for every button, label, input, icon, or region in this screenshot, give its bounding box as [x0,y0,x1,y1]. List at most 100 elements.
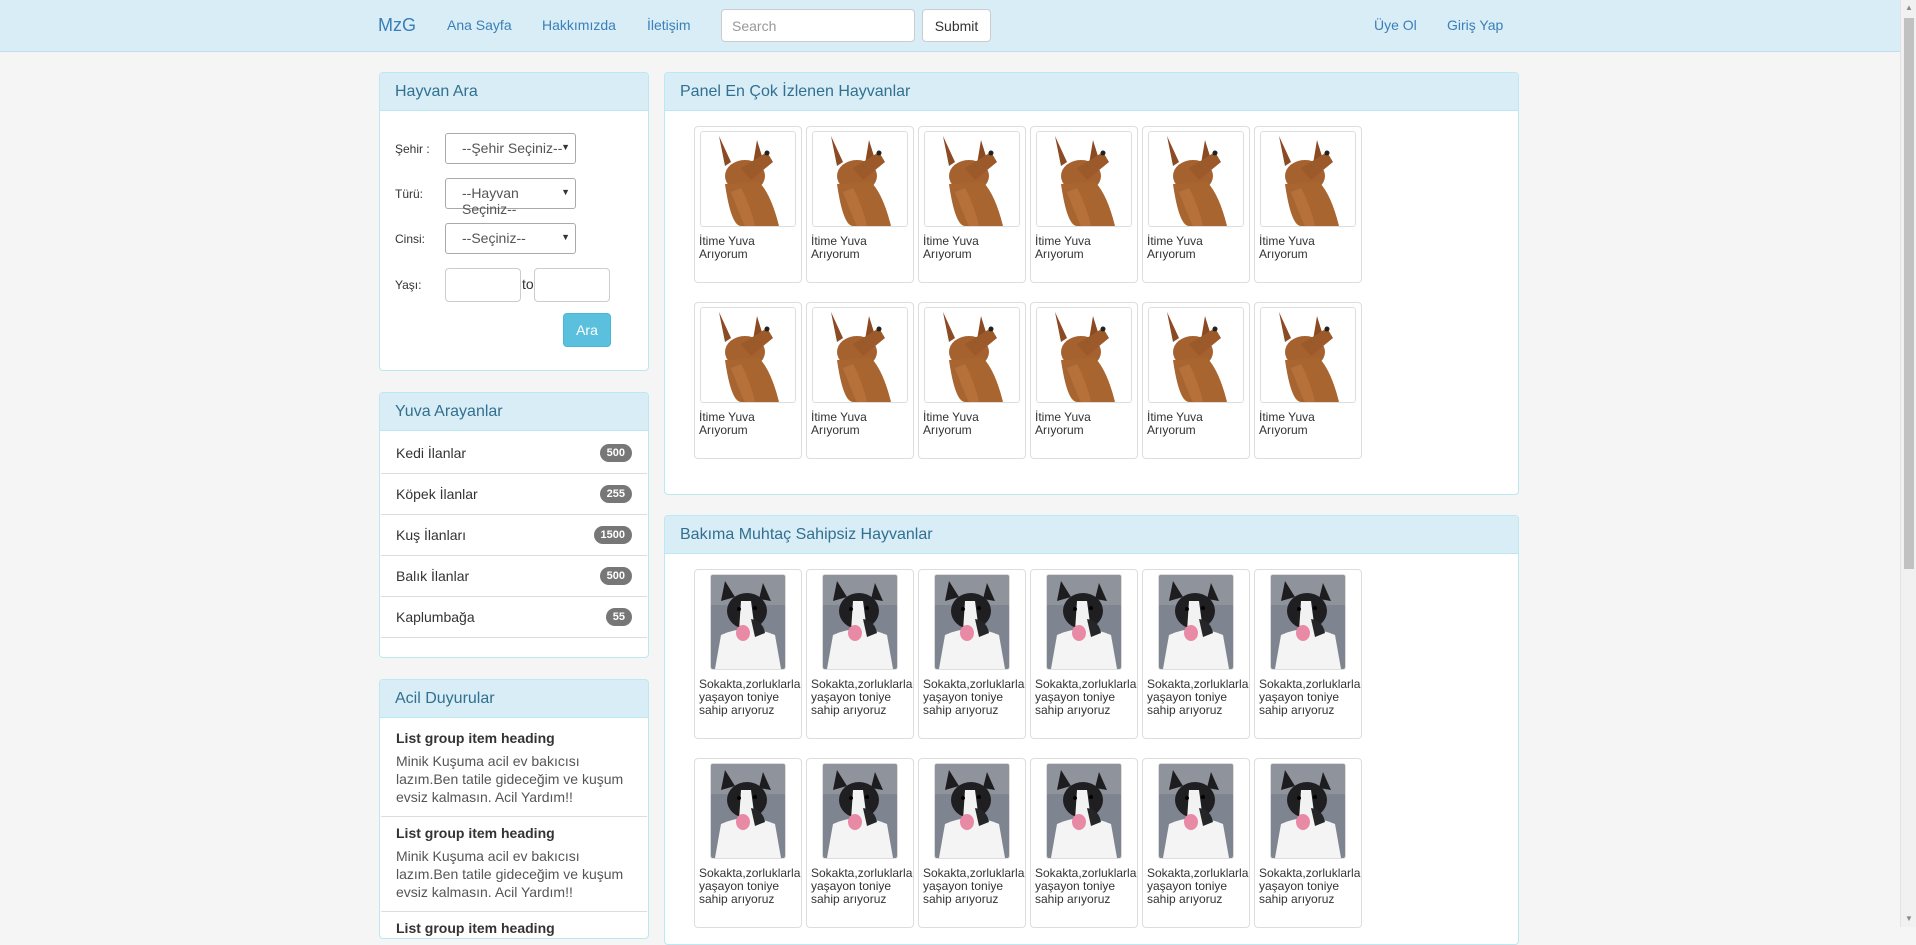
animal-caption: İtime Yuva Arıyorum [1147,234,1203,261]
animal-photo[interactable] [924,131,1020,227]
animal-photo[interactable] [934,574,1010,670]
announcement-text: Minik Kuşuma acil ev bakıcısı lazım.Ben … [396,753,624,805]
animal-thumbnail[interactable]: İtime Yuva Arıyorum [694,302,802,459]
nav-about[interactable]: Hakkımızda [542,17,616,33]
animal-thumbnail[interactable]: İtime Yuva Arıyorum [806,126,914,283]
announcement-item[interactable]: List group item heading [381,910,647,938]
search-panel: Hayvan Ara Şehir : --Şehir Seçiniz-- ▼ T… [379,72,649,371]
animal-photo[interactable] [934,763,1010,859]
brand-logo[interactable]: MzG [378,15,416,36]
animal-thumbnail[interactable]: Sokakta,zorluklarla yaşayon toniye sahip… [806,569,914,739]
animal-thumbnail[interactable]: İtime Yuva Arıyorum [1142,126,1250,283]
nav-register[interactable]: Üye Ol [1374,17,1417,33]
animal-thumbnail[interactable]: Sokakta,zorluklarla yaşayon toniye sahip… [1254,569,1362,739]
breed-select-value: --Seçiniz-- [462,230,526,246]
animal-thumbnail[interactable]: Sokakta,zorluklarla yaşayon toniye sahip… [1030,569,1138,739]
animal-thumbnail[interactable]: Sokakta,zorluklarla yaşayon toniye sahip… [1254,758,1362,928]
age-max-input[interactable] [534,268,610,302]
count-badge: 255 [599,485,632,503]
count-badge: 55 [605,608,632,626]
scroll-up-icon[interactable]: ▲ [1901,0,1916,16]
city-select[interactable]: --Şehir Seçiniz-- ▼ [445,133,576,164]
animal-photo[interactable] [1046,574,1122,670]
animal-photo[interactable] [710,763,786,859]
announcement-item[interactable]: List group item heading Minik Kuşuma aci… [381,815,647,912]
animal-caption: Sokakta,zorluklarla yaşayon toniye sahip… [923,866,1025,906]
animal-thumbnail[interactable]: Sokakta,zorluklarla yaşayon toniye sahip… [694,569,802,739]
animal-thumbnail[interactable]: Sokakta,zorluklarla yaşayon toniye sahip… [694,758,802,928]
animal-photo[interactable] [812,131,908,227]
animal-thumbnail[interactable]: İtime Yuva Arıyorum [1030,302,1138,459]
animal-photo[interactable] [1270,574,1346,670]
search-button[interactable]: Ara [563,313,611,347]
animal-photo[interactable] [812,307,908,403]
scroll-thumb[interactable] [1904,18,1914,569]
scroll-down-icon[interactable]: ▼ [1901,911,1916,927]
animal-photo[interactable] [822,574,898,670]
animal-thumbnail[interactable]: İtime Yuva Arıyorum [1142,302,1250,459]
submit-button[interactable]: Submit [922,9,991,42]
nav-home[interactable]: Ana Sayfa [447,17,512,33]
type-select-value: --Hayvan Seçiniz-- [462,185,519,217]
animal-thumbnail[interactable]: Sokakta,zorluklarla yaşayon toniye sahip… [1142,758,1250,928]
announcement-heading: List group item heading [396,825,555,841]
animal-photo[interactable] [1148,131,1244,227]
animal-photo[interactable] [822,763,898,859]
animal-caption: Sokakta,zorluklarla yaşayon toniye sahip… [923,677,1025,717]
animal-photo[interactable] [1260,307,1356,403]
animal-photo[interactable] [1270,763,1346,859]
animal-caption: İtime Yuva Arıyorum [699,410,755,437]
animal-photo[interactable] [1036,131,1132,227]
animal-photo[interactable] [700,307,796,403]
category-item-bird[interactable]: Kuş İlanları 1500 [381,515,647,556]
animal-caption: Sokakta,zorluklarla yaşayon toniye sahip… [699,866,801,906]
animal-caption: Sokakta,zorluklarla yaşayon toniye sahip… [811,866,913,906]
animal-photo[interactable] [1158,574,1234,670]
animal-thumbnail[interactable]: Sokakta,zorluklarla yaşayon toniye sahip… [806,758,914,928]
animal-photo[interactable] [1046,763,1122,859]
navbar: MzG Ana Sayfa Hakkımızda İletişim Submit… [0,0,1900,52]
animal-thumbnail[interactable]: İtime Yuva Arıyorum [806,302,914,459]
age-to-label: to [522,276,534,292]
page-scrollbar[interactable]: ▲ ▼ [1900,0,1916,927]
needy-title: Bakıma Muhtaç Sahipsiz Hayvanlar [665,516,1518,554]
animal-thumbnail[interactable]: İtime Yuva Arıyorum [918,302,1026,459]
animal-thumbnail[interactable]: Sokakta,zorluklarla yaşayon toniye sahip… [918,758,1026,928]
count-badge: 500 [599,567,632,585]
animal-thumbnail[interactable]: Sokakta,zorluklarla yaşayon toniye sahip… [918,569,1026,739]
animal-thumbnail[interactable]: Sokakta,zorluklarla yaşayon toniye sahip… [1142,569,1250,739]
home-seekers-title: Yuva Arayanlar [380,393,648,431]
category-item-fish[interactable]: Balık İlanlar 500 [381,556,647,597]
animal-caption: Sokakta,zorluklarla yaşayon toniye sahip… [1035,677,1137,717]
animal-caption: İtime Yuva Arıyorum [1035,234,1091,261]
chevron-down-icon: ▼ [561,232,570,242]
animal-caption: Sokakta,zorluklarla yaşayon toniye sahip… [699,677,801,717]
animal-photo[interactable] [1036,307,1132,403]
age-label: Yaşı: [395,278,422,292]
breed-select[interactable]: --Seçiniz-- ▼ [445,223,576,254]
animal-thumbnail[interactable]: Sokakta,zorluklarla yaşayon toniye sahip… [1030,758,1138,928]
age-min-input[interactable] [445,268,521,302]
animal-caption: İtime Yuva Arıyorum [699,234,755,261]
category-item-turtle[interactable]: Kaplumbağa 55 [381,597,647,638]
animal-thumbnail[interactable]: İtime Yuva Arıyorum [918,126,1026,283]
animal-thumbnail[interactable]: İtime Yuva Arıyorum [694,126,802,283]
animal-photo[interactable] [710,574,786,670]
animal-thumbnail[interactable]: İtime Yuva Arıyorum [1254,126,1362,283]
animal-photo[interactable] [924,307,1020,403]
search-input[interactable] [721,9,915,42]
category-item-dog[interactable]: Köpek İlanlar 255 [381,474,647,515]
category-item-cat[interactable]: Kedi İlanlar 500 [381,433,647,474]
animal-photo[interactable] [700,131,796,227]
animal-thumbnail[interactable]: İtime Yuva Arıyorum [1030,126,1138,283]
animal-thumbnail[interactable]: İtime Yuva Arıyorum [1254,302,1362,459]
nav-login[interactable]: Giriş Yap [1447,17,1503,33]
animal-photo[interactable] [1158,763,1234,859]
animal-caption: İtime Yuva Arıyorum [1035,410,1091,437]
announcement-item[interactable]: List group item heading Minik Kuşuma aci… [381,720,647,817]
type-select[interactable]: --Hayvan Seçiniz-- ▼ [445,178,576,217]
animal-photo[interactable] [1148,307,1244,403]
announcement-heading: List group item heading [396,730,555,746]
nav-contact[interactable]: İletişim [647,17,691,33]
animal-photo[interactable] [1260,131,1356,227]
